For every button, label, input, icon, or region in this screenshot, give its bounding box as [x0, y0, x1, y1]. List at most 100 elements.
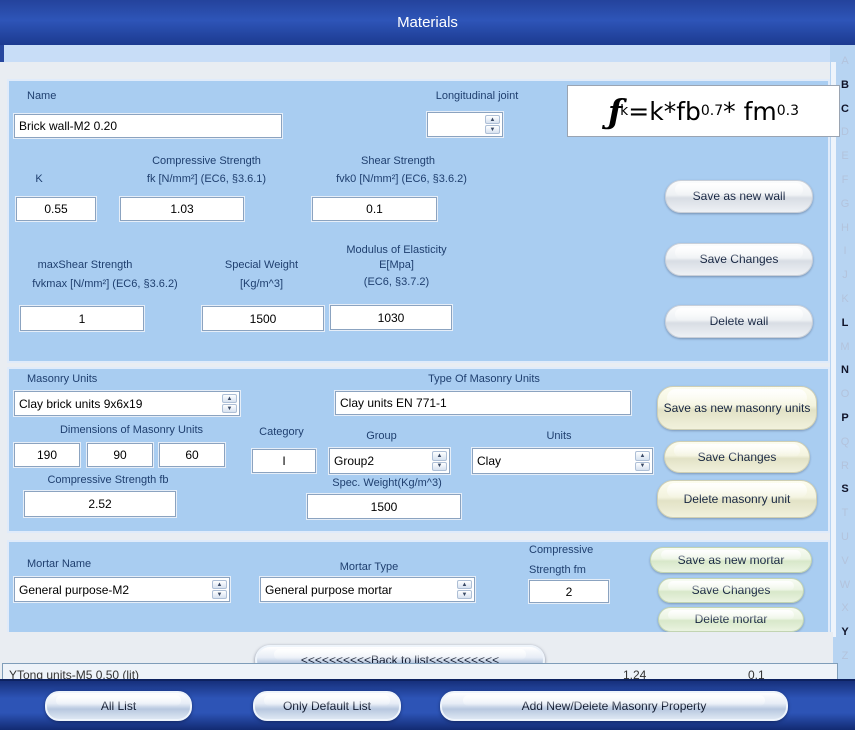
k-input[interactable]: 0.55: [16, 197, 96, 221]
spinner-down-icon[interactable]: ▼: [432, 462, 447, 472]
special-weight-input[interactable]: 1500: [202, 306, 324, 331]
save-wall-changes-button[interactable]: Save Changes: [665, 243, 813, 276]
alphabet-letter-V[interactable]: V: [841, 556, 848, 567]
formula-body: =k*fb: [628, 97, 701, 126]
spinner-up-icon[interactable]: ▲: [485, 115, 500, 124]
units-value: Clay: [477, 454, 501, 468]
alphabet-letter-B[interactable]: B: [841, 80, 849, 91]
maxshear-sub: fvkmax [N/mm²] (EC6, §3.6.2): [9, 278, 201, 291]
save-as-new-wall-button[interactable]: Save as new wall: [665, 180, 813, 213]
save-mortar-changes-button[interactable]: Save Changes: [658, 578, 804, 603]
spinner-down-icon[interactable]: ▼: [485, 125, 500, 134]
modulus-input[interactable]: 1030: [330, 305, 452, 330]
clipped-row-value2: 0.1: [748, 665, 765, 679]
alphabet-letter-X[interactable]: X: [841, 603, 848, 614]
formula-exp2: 0.3: [777, 103, 799, 119]
alphabet-letter-K[interactable]: K: [841, 294, 848, 305]
rail-scroll-strip[interactable]: [831, 62, 836, 637]
alphabet-letter-U[interactable]: U: [841, 532, 849, 543]
alphabet-letter-O[interactable]: O: [841, 389, 850, 400]
spinner-up-icon[interactable]: ▲: [432, 451, 447, 461]
alphabet-letter-R[interactable]: R: [841, 461, 849, 472]
add-new-delete-masonry-property-button[interactable]: Add New/Delete Masonry Property: [440, 691, 788, 721]
save-masonry-changes-button[interactable]: Save Changes: [664, 441, 810, 473]
alphabet-letter-E[interactable]: E: [841, 151, 848, 162]
alphabet-letter-T[interactable]: T: [842, 508, 849, 519]
formula-body2: * fm: [723, 97, 777, 126]
modulus-sub1: E[Mpa]: [314, 259, 479, 272]
spinner: ▲ ▼: [635, 451, 650, 471]
masonry-units-section: Masonry Units Clay brick units 9x6x19 ▲ …: [7, 367, 830, 533]
dimension-2-input[interactable]: 90: [87, 443, 153, 467]
wall-name-input[interactable]: Brick wall-M2 0.20: [14, 114, 282, 138]
dimension-3-input[interactable]: 60: [159, 443, 225, 467]
alphabet-letter-J[interactable]: J: [842, 270, 848, 281]
alphabet-letter-H[interactable]: H: [841, 223, 849, 234]
alphabet-letter-M[interactable]: M: [840, 342, 849, 353]
fb-label: Compressive Strength fb: [24, 474, 192, 487]
alphabet-letter-D[interactable]: D: [841, 127, 849, 138]
delete-mortar-button[interactable]: Delete mortar: [658, 607, 804, 632]
save-as-new-mortar-button[interactable]: Save as new mortar: [650, 547, 812, 573]
all-list-button[interactable]: All List: [45, 691, 192, 721]
fb-input[interactable]: 2.52: [24, 491, 176, 517]
spinner-up-icon[interactable]: ▲: [212, 580, 227, 589]
alphabet-letter-W[interactable]: W: [840, 580, 850, 591]
alphabet-letter-N[interactable]: N: [841, 365, 849, 376]
fm-label-line2: Strength fm: [529, 564, 629, 577]
alphabet-letter-Y[interactable]: Y: [841, 627, 848, 638]
alphabet-letter-I[interactable]: I: [843, 246, 846, 257]
k-label: K: [19, 173, 59, 186]
bottom-bar: All List Only Default List Add New/Delet…: [0, 679, 855, 730]
mortar-type-select[interactable]: General purpose mortar ▲ ▼: [260, 577, 475, 602]
delete-masonry-unit-button[interactable]: Delete masonry unit: [657, 480, 817, 518]
spinner-down-icon[interactable]: ▼: [212, 590, 227, 599]
alphabet-letter-A[interactable]: A: [841, 56, 848, 67]
masonry-units-value: Clay brick units 9x6x19: [19, 397, 142, 411]
masonry-units-select[interactable]: Clay brick units 9x6x19 ▲ ▼: [14, 391, 240, 416]
spinner-down-icon[interactable]: ▼: [457, 590, 472, 599]
dimensions-label: Dimensions of Masonry Units: [29, 424, 234, 437]
fvk0-input[interactable]: 0.1: [312, 197, 437, 221]
mortar-name-select[interactable]: General purpose-M2 ▲ ▼: [14, 577, 230, 602]
modulus-title: Modulus of Elasticity: [314, 244, 479, 257]
only-default-list-button[interactable]: Only Default List: [253, 691, 401, 721]
fm-input[interactable]: 2: [529, 580, 609, 603]
alphabet-letter-S[interactable]: S: [841, 484, 848, 495]
dimension-1-input[interactable]: 190: [14, 443, 80, 467]
clipped-row-value1: 1.24: [623, 665, 646, 679]
compressive-strength-sub: fk [N/mm²] (EC6, §3.6.1): [109, 173, 304, 186]
alphabet-letter-P[interactable]: P: [841, 413, 848, 424]
units-select[interactable]: Clay ▲ ▼: [472, 448, 653, 474]
delete-wall-button[interactable]: Delete wall: [665, 305, 813, 338]
materials-dialog: Materials ABCDEFGHIJKLMNOPQRSTUVWXYZ Nam…: [0, 0, 855, 730]
alphabet-letter-C[interactable]: C: [841, 104, 849, 115]
alphabet-letter-Q[interactable]: Q: [841, 437, 850, 448]
alphabet-letter-F[interactable]: F: [842, 175, 849, 186]
fm-label-line1: Compressive: [529, 544, 629, 557]
compressive-strength-title: Compressive Strength: [109, 155, 304, 168]
longitudinal-joint-select[interactable]: ▲ ▼: [427, 112, 503, 137]
maxshear-title: maxShear Strength: [9, 259, 161, 272]
spinner-up-icon[interactable]: ▲: [457, 580, 472, 589]
fvkmax-input[interactable]: 1: [20, 306, 144, 331]
spinner-down-icon[interactable]: ▼: [635, 462, 650, 472]
spinner-up-icon[interactable]: ▲: [222, 394, 237, 403]
alphabet-letter-L[interactable]: L: [842, 318, 849, 329]
type-of-masonry-units-input[interactable]: Clay units EN 771-1: [335, 391, 631, 415]
fk-input[interactable]: 1.03: [120, 197, 244, 221]
units-label: Units: [509, 430, 609, 443]
type-of-masonry-units-label: Type Of Masonry Units: [329, 373, 639, 386]
modulus-sub2: (EC6, §3.7.2): [314, 276, 479, 289]
alphabet-letter-Z[interactable]: Z: [842, 651, 849, 662]
spec-weight-input[interactable]: 1500: [307, 494, 461, 519]
save-as-new-masonry-units-button[interactable]: Save as new masonry units: [657, 386, 817, 430]
spinner-up-icon[interactable]: ▲: [635, 451, 650, 461]
alphabet-letter-G[interactable]: G: [841, 199, 850, 210]
group-select[interactable]: Group2 ▲ ▼: [329, 448, 450, 474]
header-gap: [0, 62, 855, 79]
longitudinal-joint-label: Longitudinal joint: [424, 90, 530, 103]
category-input[interactable]: I: [252, 449, 316, 473]
clipped-list-row[interactable]: YTong units-M5 0.50 (lit) 1.24 0.1: [2, 663, 838, 679]
spinner-down-icon[interactable]: ▼: [222, 404, 237, 413]
